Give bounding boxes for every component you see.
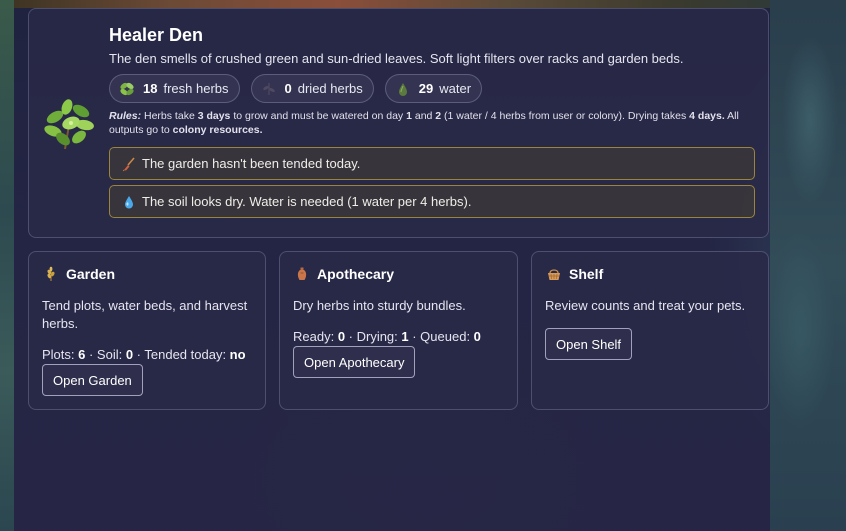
garden-card: Garden Tend plots, water beds, and harve… — [28, 251, 266, 410]
resource-chips: 18 fresh herbs 0 dried herbs 29 water — [109, 74, 483, 103]
dried-herbs-label: dried herbs — [297, 81, 363, 96]
rules-grow-days: 3 days — [197, 110, 231, 122]
basket-icon — [546, 266, 562, 282]
dried-herbs-count: 0 — [284, 81, 292, 96]
open-garden-button[interactable]: Open Garden — [42, 364, 143, 396]
fresh-herbs-label: fresh herbs — [163, 81, 229, 96]
herb-leaves-icon — [118, 80, 136, 98]
rules-segment: Herbs take — [141, 110, 198, 122]
wheat-icon — [43, 266, 59, 282]
background-scenery-right — [770, 0, 846, 531]
soil-dry-text: The soil looks dry. Water is needed (1 w… — [142, 194, 472, 209]
soil-value: 0 — [125, 347, 134, 362]
open-shelf-button[interactable]: Open Shelf — [545, 328, 633, 360]
rules-outputs: colony resources. — [172, 124, 263, 136]
amphora-icon — [294, 266, 310, 282]
herb-bundle-icon — [41, 95, 101, 153]
fresh-herbs-count: 18 — [143, 81, 158, 96]
apothecary-card: Apothecary Dry herbs into sturdy bundles… — [279, 251, 518, 410]
tended-label: · Tended today: — [133, 347, 230, 362]
apothecary-description: Dry herbs into sturdy bundles. — [293, 298, 466, 313]
apothecary-card-header: Apothecary — [294, 266, 394, 282]
background-scenery-top — [0, 0, 846, 8]
page-title: Healer Den — [109, 25, 204, 45]
garden-stats: Plots: 6 · Soil: 0 · Tended today: no — [42, 347, 246, 362]
rules-label: Rules: — [109, 110, 142, 122]
dried-herbs-icon — [260, 80, 278, 98]
fresh-herbs-chip: 18 fresh herbs — [109, 74, 240, 103]
plots-label: Plots: — [42, 347, 79, 362]
ready-label: Ready: — [293, 329, 338, 344]
tended-value: no — [229, 347, 246, 362]
shelf-description: Review counts and treat your pets. — [545, 298, 746, 313]
rules-segment: to grow and must be watered on day — [230, 110, 407, 122]
garden-card-header: Garden — [43, 266, 115, 282]
den-description: The den smells of crushed green and sun-… — [109, 51, 684, 66]
queued-value: 0 — [473, 329, 481, 344]
water-drop-icon — [121, 194, 137, 210]
open-apothecary-button[interactable]: Open Apothecary — [293, 346, 416, 378]
rules-text: Rules: Herbs take 3 days to grow and mus… — [109, 109, 759, 137]
shelf-card-header: Shelf — [546, 266, 603, 282]
background-scenery-left — [0, 0, 14, 531]
water-chip: 29 water — [384, 74, 483, 103]
water-icon — [394, 80, 412, 98]
garden-title: Garden — [66, 266, 116, 282]
healer-den-panel: Healer Den The den smells of crushed gre… — [28, 8, 769, 238]
drying-label: · Drying: — [345, 329, 402, 344]
rules-segment: (1 water / 4 herbs from user or colony).… — [441, 110, 690, 122]
rules-drying-days: 4 days. — [689, 110, 725, 122]
apothecary-stats: Ready: 0 · Drying: 1 · Queued: 0 — [293, 329, 481, 344]
shelf-card: Shelf Review counts and treat your pets.… — [531, 251, 769, 410]
soil-label: · Soil: — [85, 347, 126, 362]
rules-segment: and — [411, 110, 436, 122]
water-label: water — [439, 81, 472, 96]
dried-herbs-chip: 0 dried herbs — [250, 74, 374, 103]
shelf-title: Shelf — [569, 266, 604, 282]
broom-icon — [121, 156, 137, 172]
garden-description: Tend plots, water beds, and harvest herb… — [42, 298, 248, 331]
apothecary-title: Apothecary — [317, 266, 395, 282]
queued-label: · Queued: — [408, 329, 474, 344]
soil-dry-notice: The soil looks dry. Water is needed (1 w… — [109, 185, 755, 218]
garden-untended-notice: The garden hasn't been tended today. — [109, 147, 755, 180]
ready-value: 0 — [337, 329, 346, 344]
drying-value: 1 — [401, 329, 409, 344]
garden-untended-text: The garden hasn't been tended today. — [142, 156, 361, 171]
water-count: 29 — [418, 81, 434, 96]
